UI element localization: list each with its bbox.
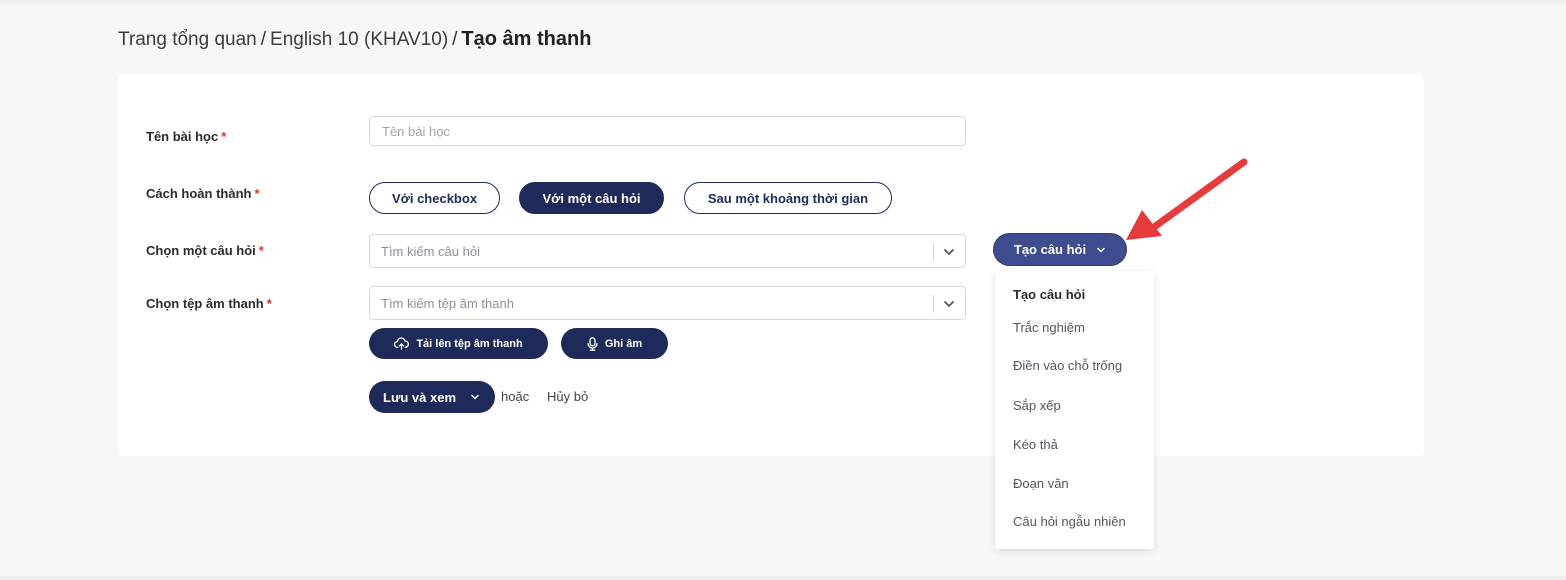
breadcrumb-separator: / [452, 29, 458, 50]
breadcrumb: Trang tổng quan / English 10 (KHAV10) / Tạo … [118, 28, 591, 51]
select-divider [933, 243, 934, 261]
or-text: hoặc [501, 389, 530, 404]
chevron-down-icon[interactable] [942, 245, 956, 259]
menu-item-random-question[interactable]: Câu hỏi ngẫu nhiên [1013, 514, 1126, 529]
breadcrumb-current: Tạo âm thanh [461, 28, 592, 50]
upload-audio-button[interactable]: Tải lên tệp âm thanh [369, 328, 548, 359]
completion-label-text: Cách hoàn thành [146, 186, 252, 201]
menu-item-multiple-choice[interactable]: Trắc nghiệm [1013, 320, 1085, 335]
menu-header: Tạo câu hỏi [1013, 287, 1086, 302]
required-mark: * [266, 296, 272, 311]
completion-option-time[interactable]: Sau một khoảng thời gian [684, 182, 892, 214]
lesson-name-input[interactable] [369, 116, 966, 146]
breadcrumb-separator: / [260, 29, 267, 50]
create-question-button[interactable]: Tạo câu hỏi [994, 234, 1126, 265]
red-arrow-icon [1126, 158, 1248, 240]
required-mark: * [254, 186, 260, 201]
menu-item-drag-drop[interactable]: Kéo thả [1013, 437, 1058, 452]
question-label-text: Chọn một câu hỏi [146, 243, 256, 258]
question-select-placeholder: Tìm kiếm câu hỏi [381, 244, 480, 259]
question-select[interactable]: Tìm kiếm câu hỏi [369, 234, 966, 268]
question-label: Chọn một câu hỏi * [146, 243, 264, 258]
menu-item-paragraph[interactable]: Đoạn văn [1013, 476, 1069, 491]
top-border [0, 0, 1566, 4]
cloud-upload-icon [394, 337, 410, 350]
lesson-name-label: Tên bài học * [146, 129, 226, 144]
completion-label: Cách hoàn thành * [146, 186, 260, 201]
audio-select-placeholder: Tìm kiếm tệp âm thanh [381, 296, 514, 311]
form-card: Tên bài học* Cách hoàn thành* Với checkb… [118, 74, 1424, 456]
audio-label: Chọn tệp âm thanh * [146, 296, 272, 311]
save-and-view-button[interactable]: Lưu và xem [369, 381, 495, 413]
cancel-link[interactable]: Hủy bỏ [547, 389, 588, 404]
completion-option-question[interactable]: Với một câu hỏi [519, 182, 664, 214]
upload-audio-label: Tải lên tệp âm thanh [416, 337, 523, 350]
chevron-down-icon[interactable] [470, 392, 480, 402]
audio-select[interactable]: Tìm kiếm tệp âm thanh [369, 286, 966, 320]
completion-option-checkbox[interactable]: Với checkbox [369, 182, 500, 214]
chevron-down-icon[interactable] [942, 297, 956, 311]
menu-item-ordering[interactable]: Sắp xếp [1013, 398, 1061, 413]
breadcrumb-course[interactable]: English 10 (KHAV10) [270, 29, 448, 50]
breadcrumb-home[interactable]: Trang tổng quan [118, 29, 257, 50]
record-audio-label: Ghi âm [604, 337, 643, 350]
record-audio-button[interactable]: Ghi âm [561, 328, 668, 359]
create-question-label: Tạo câu hỏi [1013, 242, 1087, 257]
bottom-border [0, 576, 1566, 580]
required-mark: * [221, 129, 227, 144]
create-question-menu: Tạo câu hỏi Trắc nghiệm Điền vào chỗ trố… [995, 271, 1154, 549]
microphone-icon [587, 336, 598, 351]
chevron-down-icon [1097, 247, 1105, 252]
save-and-view-label: Lưu và xem [383, 389, 456, 405]
lesson-name-label-text: Tên bài học [146, 129, 219, 144]
menu-item-fill-in-blank[interactable]: Điền vào chỗ trống [1013, 358, 1122, 373]
select-divider [933, 295, 934, 313]
required-mark: * [258, 243, 264, 258]
page: Trang tổng quan / English 10 (KHAV10) / Tạo … [0, 0, 1566, 580]
audio-label-text: Chọn tệp âm thanh [146, 296, 264, 311]
